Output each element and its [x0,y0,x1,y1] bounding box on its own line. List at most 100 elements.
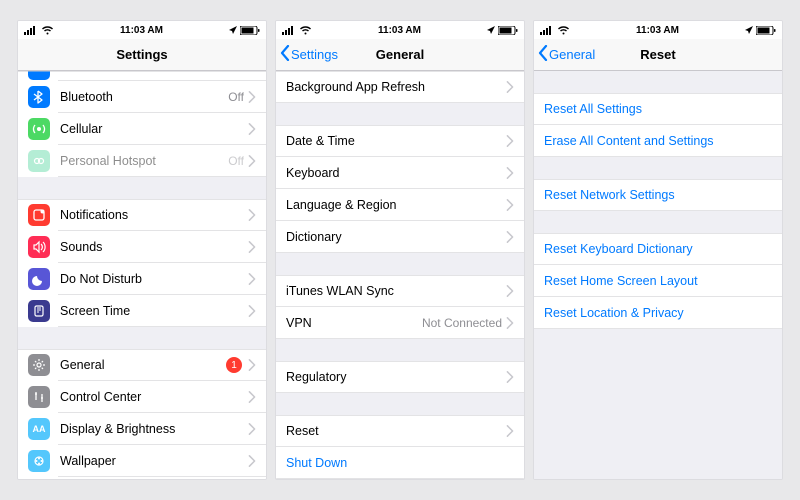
row-language-region[interactable]: Language & Region [276,189,524,221]
row-label: Wallpaper [60,454,248,468]
nav-bar: Settings General [276,39,524,71]
sounds-icon [28,236,50,258]
row-label: Cellular [60,122,248,136]
section-gap [276,253,524,275]
chevron-right-icon [248,423,256,435]
section-gap [534,211,782,233]
back-button[interactable]: General [534,45,595,64]
chevron-right-icon [248,305,256,317]
row-label: Control Center [60,390,248,404]
signal-icon [24,26,38,35]
row-notifications[interactable]: Notifications [18,199,266,231]
general-list: Background App Refresh Date & Time Keyboar… [276,71,524,479]
row-label: VPN [286,316,422,330]
row-bluetooth[interactable]: BluetoothOff [18,81,266,113]
do-not-disturb-icon [28,268,50,290]
row-reset[interactable]: Reset [276,415,524,447]
chevron-right-icon [248,359,256,371]
row-vpn[interactable]: VPNNot Connected [276,307,524,339]
row-general[interactable]: General1 [18,349,266,381]
row-do-not-disturb[interactable]: Do Not Disturb [18,263,266,295]
battery-icon [498,26,518,35]
row-reset-keyboard-dictionary[interactable]: Reset Keyboard Dictionary [534,233,782,265]
badge: 1 [226,357,242,373]
section-gap [18,327,266,349]
chevron-right-icon [506,425,514,437]
row-label: iTunes WLAN Sync [286,284,506,298]
nav-bar: General Reset [534,39,782,71]
row-label: Personal Hotspot [60,154,228,168]
row-date-time[interactable]: Date & Time [276,125,524,157]
page-title: Settings [18,47,266,62]
row-peek [18,71,266,81]
row-screen-time[interactable]: Screen Time [18,295,266,327]
back-label: General [549,47,595,62]
wallpaper-icon [28,450,50,472]
row-label: Reset All Settings [544,102,772,116]
row-keyboard[interactable]: Keyboard [276,157,524,189]
row-label: Reset Network Settings [544,188,772,202]
row-reset-location-privacy[interactable]: Reset Location & Privacy [534,297,782,329]
row-shut-down[interactable]: Shut Down [276,447,524,479]
row-label: Regulatory [286,370,506,384]
back-button[interactable]: Settings [276,45,338,64]
row-sounds[interactable]: Sounds [18,231,266,263]
row-display-brightness[interactable]: AA Display & Brightness [18,413,266,445]
svg-text:AA: AA [33,424,46,434]
row-label: Date & Time [286,134,506,148]
chevron-right-icon [506,167,514,179]
signal-icon [282,26,296,35]
chevron-right-icon [248,273,256,285]
row-wallpaper[interactable]: Wallpaper [18,445,266,477]
chevron-right-icon [506,81,514,93]
chevron-right-icon [248,391,256,403]
row-icon [28,71,50,80]
chevron-left-icon [280,45,291,64]
row-erase-all-content-and-settings[interactable]: Erase All Content and Settings [534,125,782,157]
chevron-right-icon [506,135,514,147]
row-label: Bluetooth [60,90,228,104]
chevron-right-icon [248,209,256,221]
hotspot-icon [28,150,50,172]
chevron-left-icon [538,45,549,64]
row-reset-all-settings[interactable]: Reset All Settings [534,93,782,125]
reset-list: Reset All Settings Erase All Content and … [534,71,782,479]
row-label: Screen Time [60,304,248,318]
row-siri-search[interactable]: Siri & Search [18,477,266,479]
row-reset-home-screen-layout[interactable]: Reset Home Screen Layout [534,265,782,297]
row-control-center[interactable]: Control Center [18,381,266,413]
chevron-right-icon [248,91,256,103]
status-time: 11:03 AM [378,25,421,36]
row-cellular[interactable]: Cellular [18,113,266,145]
row-personal-hotspot: Personal HotspotOff [18,145,266,177]
location-icon [745,26,753,34]
row-label: Shut Down [286,456,514,470]
bluetooth-icon [28,86,50,108]
chevron-right-icon [248,241,256,253]
screen-time-icon [28,300,50,322]
row-reset-network-settings[interactable]: Reset Network Settings [534,179,782,211]
chevron-right-icon [506,231,514,243]
battery-icon [240,26,260,35]
row-label: Erase All Content and Settings [544,134,772,148]
row-label: Sounds [60,240,248,254]
row-label: Reset Location & Privacy [544,306,772,320]
chevron-right-icon [248,155,256,167]
row-label: Do Not Disturb [60,272,248,286]
row-dictionary[interactable]: Dictionary [276,221,524,253]
row-value: Off [228,154,244,168]
row-value: Not Connected [422,316,502,330]
section-gap [276,103,524,125]
chevron-right-icon [506,199,514,211]
control-center-icon [28,386,50,408]
row-regulatory[interactable]: Regulatory [276,361,524,393]
back-label: Settings [291,47,338,62]
general-screen: 11:03 AM Settings General Background App… [275,20,525,480]
section-gap [276,339,524,361]
settings-screen: 11:03 AM Settings BluetoothOffCellularPe… [17,20,267,480]
row-background-app-refresh[interactable]: Background App Refresh [276,71,524,103]
row-label: Display & Brightness [60,422,248,436]
status-time: 11:03 AM [120,25,163,36]
location-icon [487,26,495,34]
row-itunes-wlan-sync[interactable]: iTunes WLAN Sync [276,275,524,307]
